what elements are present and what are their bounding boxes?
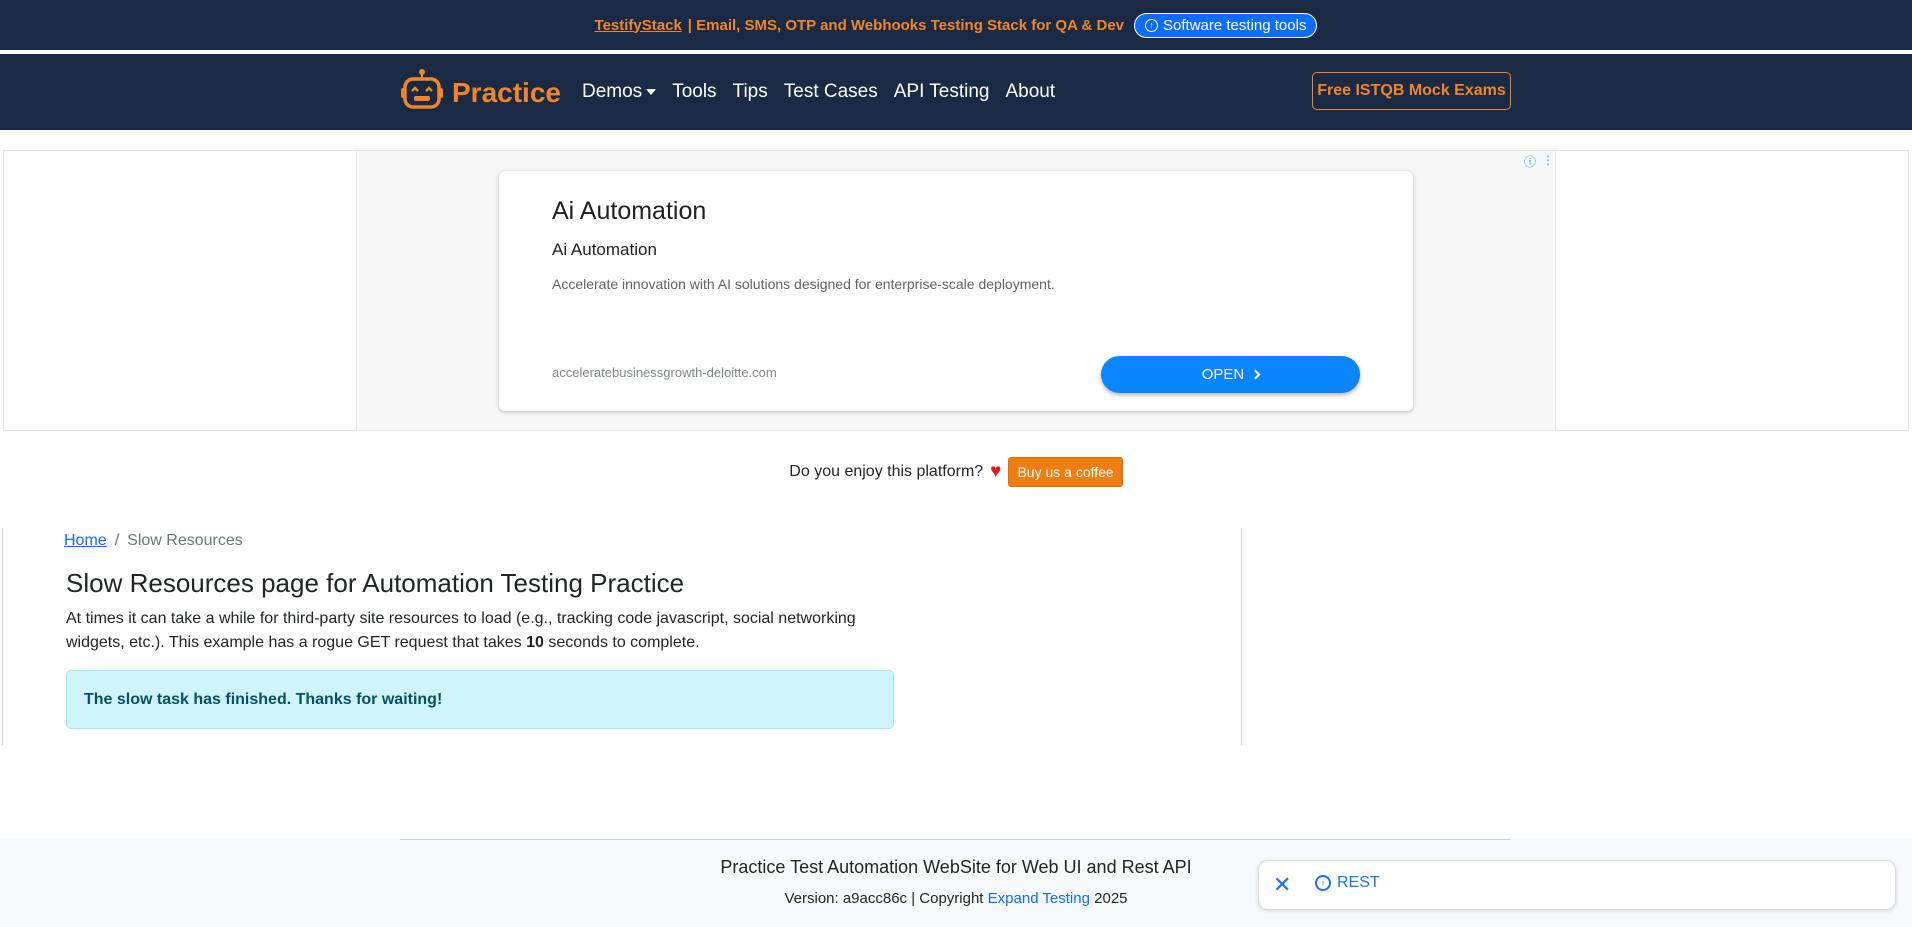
expand-testing-link[interactable]: Expand Testing: [988, 890, 1090, 907]
footer-version-text: Version: a9acc86c | Copyright: [784, 890, 984, 907]
nav-demos-dropdown[interactable]: Demos: [582, 81, 657, 103]
slow-task-alert: The slow task has finished. Thanks for w…: [66, 670, 894, 729]
nav-demos-label: Demos: [582, 81, 643, 102]
ad-card[interactable]: Ai Automation Ai Automation Accelerate i…: [499, 171, 1413, 411]
desc-seconds: 10: [526, 634, 544, 651]
breadcrumb: Home / Slow Resources: [64, 532, 243, 550]
software-testing-tools-button[interactable]: ↑ Software testing tools: [1134, 12, 1318, 38]
promo-bar: TestifyStack | Email, SMS, OTP and Webho…: [0, 0, 1912, 52]
main-navbar: Practice Demos Tools Tips Test Cases API…: [0, 54, 1912, 130]
promo-text: | Email, SMS, OTP and Webhooks Testing S…: [687, 16, 1125, 34]
footer-divider: [400, 839, 1511, 840]
promo-pill-label: Software testing tools: [1163, 16, 1307, 34]
rest-widget: ✕ ↑ REST: [1258, 860, 1896, 910]
nav-links: Demos Tools Tips Test Cases API Testing …: [582, 54, 1055, 130]
buy-coffee-button[interactable]: Buy us a coffee: [1008, 457, 1123, 487]
arrow-circle-icon: ↑: [1145, 18, 1159, 32]
breadcrumb-current: Slow Resources: [127, 532, 243, 549]
brand-name: Practice: [452, 76, 561, 108]
chevron-right-icon: [1250, 369, 1261, 380]
rest-label: REST: [1337, 874, 1380, 891]
ad-choices[interactable]: ⓘ ⋮: [1524, 153, 1554, 170]
nav-tips[interactable]: Tips: [733, 81, 768, 103]
heart-icon: ♥: [990, 461, 1002, 482]
desc-after: seconds to complete.: [548, 634, 700, 651]
ad-subtitle: Ai Automation: [552, 240, 657, 259]
caret-down-icon: [646, 88, 657, 95]
close-icon[interactable]: ✕: [1273, 874, 1291, 896]
breadcrumb-separator: /: [114, 532, 120, 549]
support-question: Do you enjoy this platform?: [789, 463, 984, 480]
ad-open-label: OPEN: [1201, 366, 1245, 383]
brand-link[interactable]: Practice: [400, 68, 561, 117]
testifystack-link[interactable]: TestifyStack: [595, 17, 682, 34]
nav-tools[interactable]: Tools: [672, 81, 716, 103]
istqb-mock-exams-button[interactable]: Free ISTQB Mock Exams: [1312, 72, 1511, 110]
ad-title: Ai Automation: [552, 197, 707, 225]
info-icon[interactable]: ⓘ: [1524, 153, 1536, 170]
footer-year: 2025: [1094, 890, 1128, 907]
more-vert-icon[interactable]: ⋮: [1542, 153, 1554, 170]
nav-about[interactable]: About: [1006, 81, 1056, 103]
nav-test-cases[interactable]: Test Cases: [784, 81, 878, 103]
desc-before: At times it can take a while for third-p…: [66, 610, 856, 651]
page-title: Slow Resources page for Automation Testi…: [66, 568, 685, 598]
robot-logo-icon: [400, 68, 444, 117]
nav-api-testing[interactable]: API Testing: [894, 81, 990, 103]
support-row: Do you enjoy this platform? ♥ Buy us a c…: [0, 457, 1912, 487]
ad-open-button[interactable]: OPEN: [1101, 356, 1360, 393]
page-description: At times it can take a while for third-p…: [66, 607, 906, 655]
arrow-circle-icon: ↑: [1315, 875, 1331, 891]
rest-button[interactable]: ↑ REST: [1315, 874, 1380, 892]
ad-url: acceleratebusinessgrowth-deloitte.com: [552, 365, 777, 380]
ad-description: Accelerate innovation with AI solutions …: [552, 276, 1055, 292]
breadcrumb-home[interactable]: Home: [64, 532, 107, 549]
